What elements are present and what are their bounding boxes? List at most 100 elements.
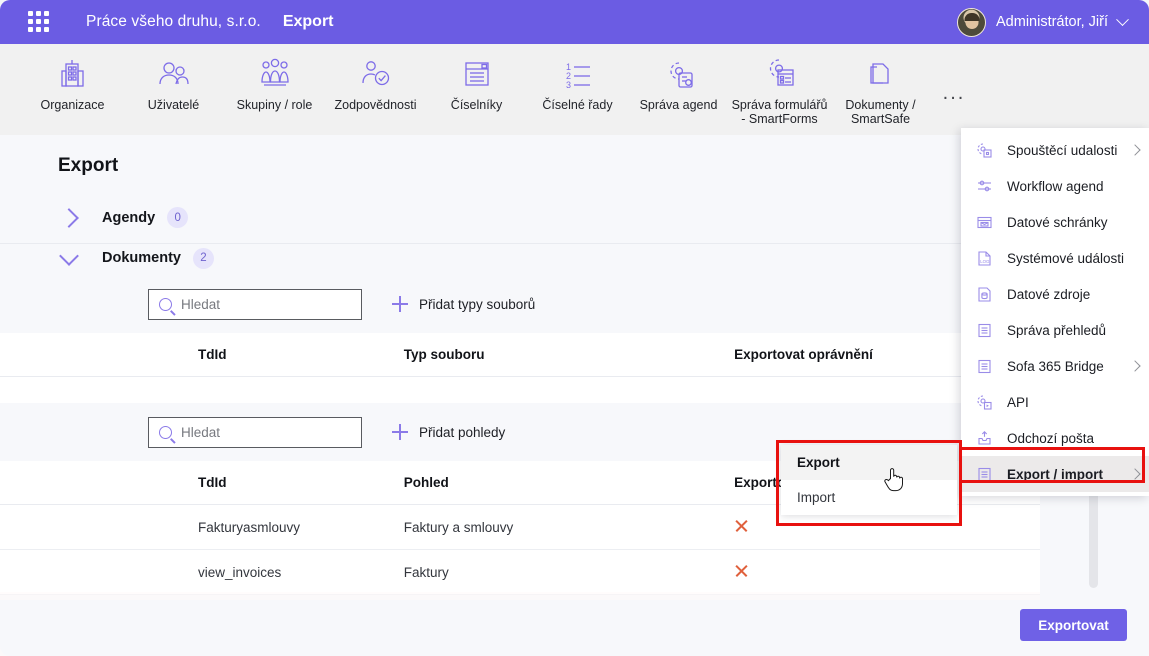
column-header-typ-souboru: Typ souboru (403, 333, 735, 377)
add-views-label: Přidat pohledy (419, 424, 506, 440)
svg-text:3: 3 (566, 80, 571, 90)
ribbon-label: Správa agend (639, 98, 718, 112)
ribbon-label: Číselné řady (542, 98, 613, 112)
search-icon (159, 425, 172, 439)
report-icon (975, 357, 994, 376)
ribbon-more-button[interactable]: ... (931, 44, 977, 105)
submenu-item-export[interactable]: Export (781, 445, 957, 480)
app-title: Export (282, 13, 334, 30)
ribbon-item-zodpovednosti[interactable]: Zodpovědnosti (325, 44, 426, 112)
list-window-icon (461, 54, 493, 94)
search-input[interactable] (181, 424, 341, 440)
chevron-right-icon (1129, 144, 1141, 156)
user-check-icon (359, 54, 393, 94)
menu-item-spousteci-udalosti[interactable]: Spouštěcí udalosti (961, 132, 1149, 168)
menu-item-label: Odchozí pošta (1007, 430, 1095, 446)
top-header-bar: Práce všeho druhu, s.r.o. Export Adminis… (0, 0, 1149, 44)
user-name-label: Administrátor, Jiří (996, 14, 1108, 30)
remove-icon[interactable] (734, 518, 749, 533)
ribbon-label: Organizace (40, 98, 105, 112)
column-header-tdid: TdId (0, 333, 404, 377)
ribbon-item-uzivatele[interactable]: Uživatelé (123, 44, 224, 112)
menu-item-odchozi-posta[interactable]: Odchozí pošta (961, 420, 1149, 456)
more-dropdown-menu: Spouštěcí udalosti Workflow agend Datové… (961, 128, 1149, 496)
ribbon-item-dokumenty-smartsafe[interactable]: Dokumenty / SmartSafe (830, 44, 931, 126)
section-label: Agendy (102, 209, 156, 226)
menu-item-api[interactable]: API (961, 384, 1149, 420)
mouse-cursor (884, 466, 906, 494)
search-icon (159, 297, 172, 311)
ribbon-item-ciselniky[interactable]: Číselníky (426, 44, 527, 112)
ribbon-item-ciselne-rady[interactable]: 1 2 3 Číselné řady (527, 44, 628, 112)
column-header-tdid: TdId (0, 461, 404, 505)
menu-item-sprava-prehledu[interactable]: Správa přehledů (961, 312, 1149, 348)
ribbon-label: Skupiny / role (236, 98, 313, 112)
organization-name: Práce všeho druhu, s.r.o. (86, 13, 261, 30)
add-views-button[interactable]: Přidat pohledy (392, 424, 505, 440)
filetypes-panel: Přidat typy souborů TdId Typ souboru Exp… (0, 275, 1040, 404)
avatar (957, 7, 986, 37)
cell-tdid: Fakturyasmlouvy (0, 504, 404, 550)
chevron-down-icon (59, 245, 79, 266)
numbered-list-icon: 1 2 3 (560, 54, 596, 94)
report-icon (975, 465, 994, 484)
chevron-down-icon (1116, 12, 1129, 26)
app-root: Práce všeho druhu, s.r.o. Export Adminis… (0, 0, 1149, 656)
menu-item-workflow-agend[interactable]: Workflow agend (961, 168, 1149, 204)
exportovat-button[interactable]: Exportovat (1020, 609, 1127, 641)
ribbon-label: Správa formulářů - SmartForms (731, 98, 828, 126)
menu-item-export-import[interactable]: Export / import (961, 456, 1149, 492)
menu-item-label: Workflow agend (1007, 178, 1104, 194)
group-roles-icon (256, 54, 294, 94)
cell-tdid: view_invoices (0, 549, 404, 595)
filetypes-toolbar: Přidat typy souborů (0, 275, 1040, 333)
ribbon-label: Dokumenty / SmartSafe (845, 98, 916, 126)
menu-item-datove-zdroje[interactable]: Datové zdroje (961, 276, 1149, 312)
ribbon-item-sprava-formularu[interactable]: Správa formulářů - SmartForms (729, 44, 830, 126)
gear-events-icon (975, 141, 994, 160)
remove-icon[interactable] (734, 563, 749, 578)
menu-item-sofa-365-bridge[interactable]: Sofa 365 Bridge (961, 348, 1149, 384)
plus-icon (392, 424, 408, 440)
users-icon (156, 54, 192, 94)
cell-pohled: Faktury (403, 549, 735, 595)
documents-icon (865, 54, 897, 94)
workflow-icon (975, 177, 994, 196)
menu-item-systemove-udalosti[interactable]: LOG Systémové události (961, 240, 1149, 276)
table-empty-row (0, 376, 1040, 404)
page-title: Export (58, 155, 119, 176)
section-count-badge: 0 (167, 207, 189, 228)
footer-bar: Exportovat (0, 600, 1149, 656)
menu-item-datove-schranky[interactable]: Datové schránky (961, 204, 1149, 240)
cell-pohled: Faktury a smlouvy (403, 504, 735, 550)
chevron-right-icon (1129, 468, 1141, 480)
menu-item-label: Spouštěcí udalosti (1007, 142, 1118, 158)
section-count-badge: 2 (192, 247, 214, 269)
menu-item-label: Export / import (1007, 466, 1104, 482)
search-input[interactable] (181, 296, 341, 312)
submenu-item-import[interactable]: Import (781, 480, 957, 515)
log-file-icon: LOG (975, 249, 994, 268)
ribbon-item-sprava-agend[interactable]: Správa agend (628, 44, 729, 112)
outbox-icon (975, 429, 994, 448)
add-filetypes-button[interactable]: Přidat typy souborů (392, 296, 535, 312)
filetypes-table: TdId Typ souboru Exportovat oprávnění (0, 333, 1040, 404)
grid-apps-icon[interactable] (28, 11, 50, 33)
column-header-pohled: Pohled (403, 461, 735, 505)
table-row[interactable]: view_invoices Faktury (0, 549, 1040, 595)
menu-item-label: Datové schránky (1007, 214, 1108, 230)
ribbon-item-organizace[interactable]: Organizace (22, 44, 123, 112)
report-icon (975, 321, 994, 340)
ribbon-label: Uživatelé (147, 98, 200, 112)
menu-item-label: API (1007, 394, 1029, 410)
filetypes-search[interactable] (148, 288, 362, 320)
chevron-right-icon (59, 207, 79, 228)
views-search[interactable] (148, 416, 362, 448)
plus-icon (392, 296, 408, 312)
ribbon-item-skupiny-role[interactable]: Skupiny / role (224, 44, 325, 112)
ribbon-toolbar: Organizace Uživatelé Skupiny / role Zodp… (0, 44, 1149, 135)
mailbox-icon (975, 213, 994, 232)
svg-text:LOG: LOG (980, 259, 990, 264)
menu-item-label: Správa přehledů (1007, 322, 1107, 338)
user-menu[interactable]: Administrátor, Jiří (957, 0, 1129, 44)
